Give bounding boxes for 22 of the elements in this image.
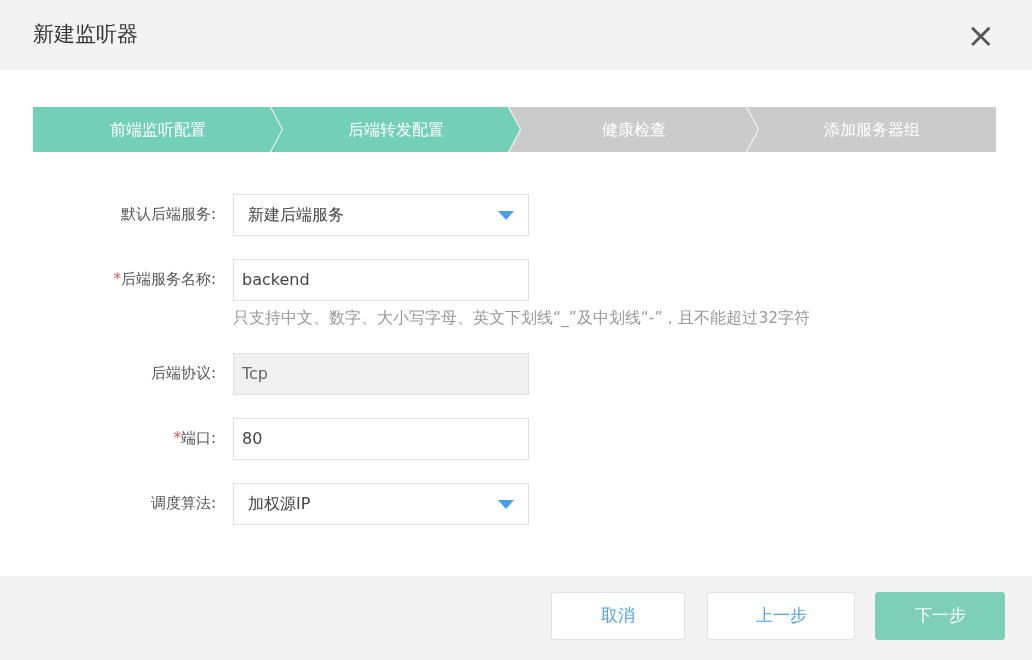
caret-icon (498, 210, 514, 220)
step-button[interactable]: 下一步 (875, 592, 1005, 640)
input-field[interactable]: 80 (233, 418, 529, 461)
field-label: 默认后端服务: (120, 205, 216, 223)
step-button[interactable]: 上一步 (707, 592, 855, 640)
required-mark: * (173, 429, 181, 448)
required-mark: * (113, 270, 121, 288)
step-tab[interactable]: 前端监听配置 (33, 107, 282, 152)
field-label: 后端服务名称: (120, 270, 216, 288)
caret-icon (498, 499, 514, 509)
dropdown-field[interactable]: 加权源IP (233, 483, 529, 526)
dropdown-field[interactable]: 新建后端服务 (233, 194, 529, 236)
field-label: 端口: (180, 429, 216, 448)
hint-text: 只支持中文、数字、大小写字母、英文下划线“_”及中划线“-”，且不能超过32字符 (233, 308, 811, 329)
step-button[interactable]: 取消 (551, 592, 685, 640)
field-label: 调度算法: (150, 494, 216, 513)
field-label: 后端协议: (150, 364, 216, 383)
readonly-field: Tcp (233, 353, 529, 396)
close-button[interactable]: × (962, 18, 999, 52)
step-tab[interactable]: 后端转发配置 (271, 107, 520, 152)
dialog-title: 新建监听器 (33, 21, 138, 49)
input-field[interactable]: backend (233, 259, 529, 301)
